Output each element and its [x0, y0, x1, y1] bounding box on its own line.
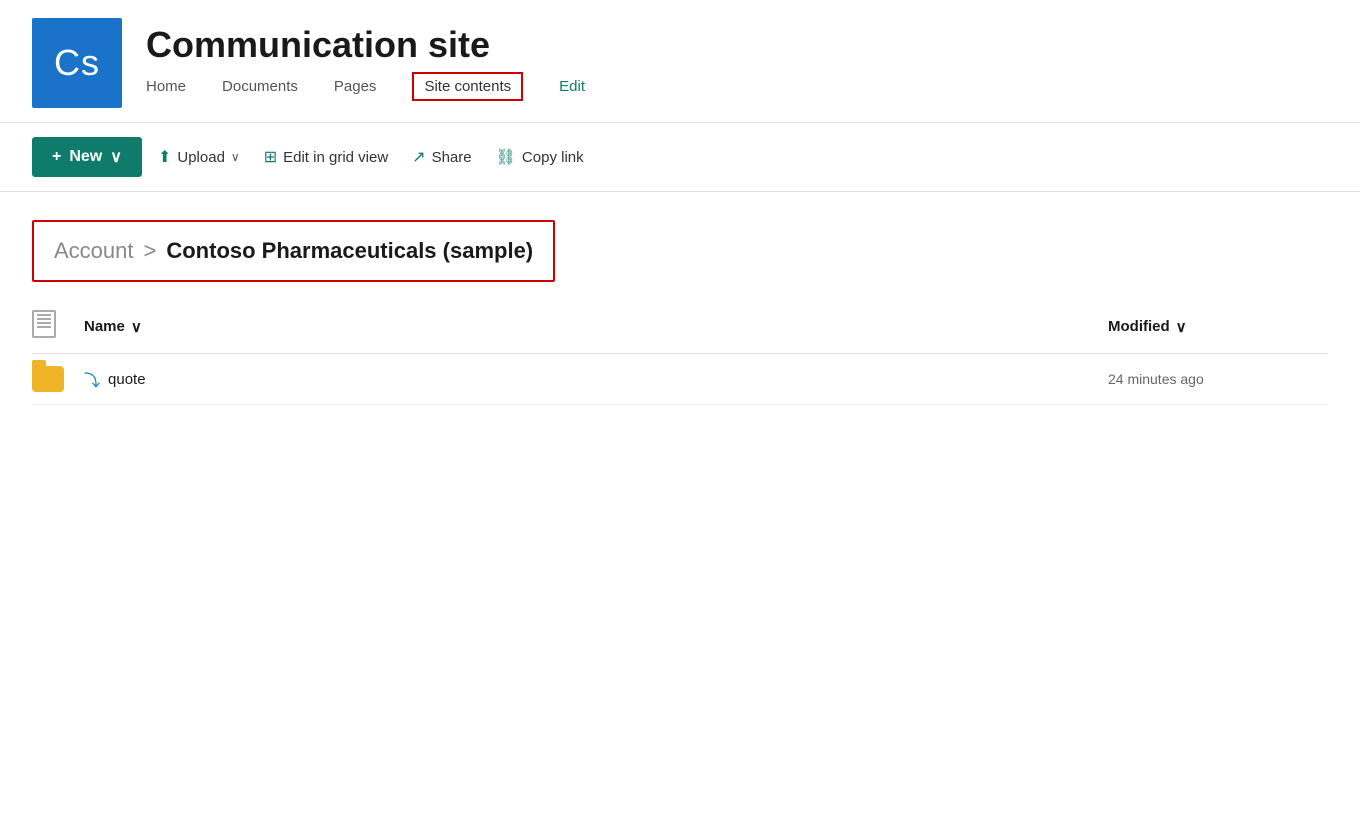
breadcrumb-separator: > [144, 238, 157, 264]
copy-link-button[interactable]: ⛓ Copy link [488, 141, 592, 173]
table-row[interactable]: ⤵ quote 24 minutes ago [32, 354, 1328, 405]
nav-bar: Home Documents Pages Site contents Edit [146, 72, 585, 101]
site-title: Communication site [146, 25, 585, 65]
file-list-header: Name ∨ Modified ∨ [32, 300, 1328, 354]
link-icon: ⛓ [496, 147, 516, 167]
upload-button[interactable]: ⬆ Upload ∨ [150, 141, 248, 173]
folder-icon-cell [32, 366, 72, 392]
modified-sort-icon[interactable]: ∨ [1176, 318, 1187, 336]
toolbar: + New ∨ ⬆ Upload ∨ ⊞ Edit in grid view ↗… [0, 123, 1360, 192]
file-name-col: ⤵ quote [84, 367, 1096, 391]
nav-home[interactable]: Home [146, 76, 186, 97]
sync-icon: ⤵ [84, 367, 100, 391]
nav-pages[interactable]: Pages [334, 76, 377, 97]
upload-label: Upload [177, 149, 225, 166]
grid-icon: ⊞ [264, 147, 277, 167]
site-info: Communication site Home Documents Pages … [146, 25, 585, 102]
new-label: New [69, 148, 102, 166]
file-list: Name ∨ Modified ∨ ⤵ quote 24 minutes ago [0, 300, 1360, 405]
col-modified-label: Modified [1108, 318, 1170, 335]
file-modified: 24 minutes ago [1108, 371, 1328, 387]
breadcrumb-current: Contoso Pharmaceuticals (sample) [166, 238, 533, 264]
col-modified-header[interactable]: Modified ∨ [1108, 318, 1328, 336]
file-type-icon [32, 310, 56, 338]
folder-icon [32, 366, 64, 392]
logo-initials: Cs [54, 42, 100, 84]
col-name-label: Name [84, 318, 125, 335]
edit-grid-button[interactable]: ⊞ Edit in grid view [256, 141, 396, 173]
nav-documents[interactable]: Documents [222, 76, 298, 97]
share-icon: ↗ [412, 147, 425, 167]
plus-icon: + [52, 148, 61, 166]
share-button[interactable]: ↗ Share [404, 141, 479, 173]
edit-grid-label: Edit in grid view [283, 149, 388, 166]
upload-icon: ⬆ [158, 147, 171, 167]
file-name[interactable]: quote [108, 371, 146, 388]
breadcrumb-section: Account > Contoso Pharmaceuticals (sampl… [0, 192, 1360, 300]
name-sort-icon[interactable]: ∨ [131, 318, 142, 336]
col-name-header[interactable]: Name ∨ [84, 318, 1096, 336]
copy-link-label: Copy link [522, 149, 584, 166]
site-logo: Cs [32, 18, 122, 108]
upload-chevron-icon: ∨ [231, 150, 240, 164]
header: Cs Communication site Home Documents Pag… [0, 0, 1360, 123]
breadcrumb: Account > Contoso Pharmaceuticals (sampl… [32, 220, 555, 282]
new-button[interactable]: + New ∨ [32, 137, 142, 177]
share-label: Share [432, 149, 472, 166]
nav-site-contents[interactable]: Site contents [412, 72, 523, 101]
nav-edit[interactable]: Edit [559, 76, 585, 97]
chevron-down-icon: ∨ [110, 147, 122, 167]
col-icon-header [32, 310, 72, 343]
breadcrumb-account[interactable]: Account [54, 238, 134, 264]
